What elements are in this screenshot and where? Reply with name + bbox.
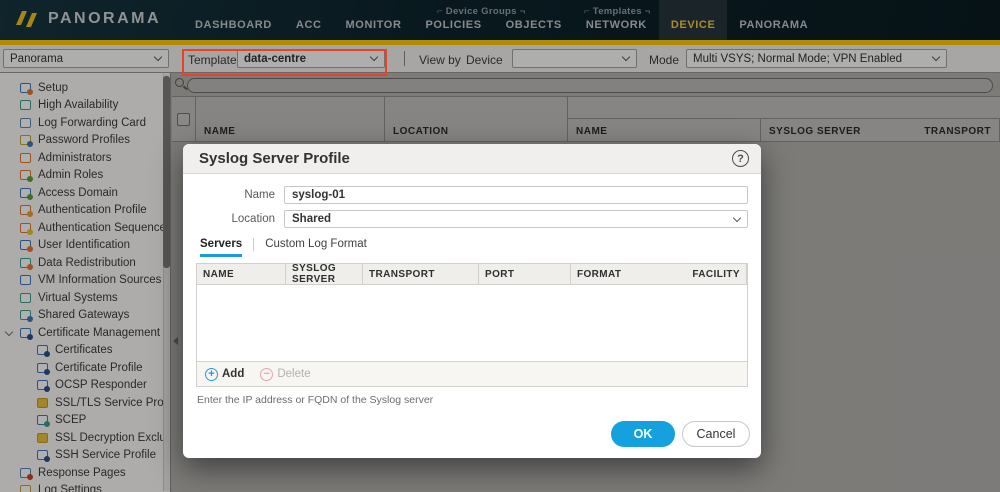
servers-table-footer: + Add − Delete — [197, 361, 747, 386]
tab-divider — [253, 238, 254, 251]
add-button[interactable]: + Add — [205, 368, 244, 381]
delete-button: − Delete — [260, 368, 310, 381]
column-header[interactable]: PORT — [479, 264, 571, 284]
column-header[interactable]: NAME — [197, 264, 286, 284]
servers-table-body-empty — [197, 285, 747, 361]
location-label: Location — [183, 213, 284, 225]
dialog-title: Syslog Server Profile — [199, 150, 732, 167]
dialog-tab-custom-log-format[interactable]: Custom Log Format — [265, 238, 367, 257]
dialog-tab-servers[interactable]: Servers — [200, 238, 242, 257]
location-row: Location Shared — [183, 210, 748, 228]
plus-circle-icon: + — [205, 368, 218, 381]
hint-text: Enter the IP address or FQDN of the Sysl… — [197, 394, 761, 406]
syslog-server-profile-dialog: Syslog Server Profile ? Name syslog-01 L… — [183, 144, 761, 458]
minus-circle-icon: − — [260, 368, 273, 381]
column-header[interactable]: FORMAT — [571, 264, 686, 284]
dialog-header: Syslog Server Profile ? — [183, 144, 761, 174]
name-label: Name — [183, 189, 284, 201]
cancel-button[interactable]: Cancel — [682, 421, 750, 447]
column-header[interactable]: FACILITY — [686, 264, 747, 284]
annotation-highlight-rectangle — [182, 49, 387, 76]
servers-table: NAME SYSLOG SERVER TRANSPORT PORT FORMAT… — [196, 263, 748, 387]
ok-button[interactable]: OK — [611, 421, 675, 447]
chevron-down-icon — [733, 213, 741, 221]
column-header[interactable]: SYSLOG SERVER — [286, 264, 363, 284]
location-select[interactable]: Shared — [284, 210, 748, 228]
name-row: Name syslog-01 — [183, 186, 748, 204]
name-input[interactable]: syslog-01 — [284, 186, 748, 204]
dialog-buttons: OK Cancel — [611, 421, 750, 447]
column-header[interactable]: TRANSPORT — [363, 264, 479, 284]
help-icon[interactable]: ? — [732, 150, 749, 167]
dialog-tabs: Servers Custom Log Format — [200, 238, 761, 257]
